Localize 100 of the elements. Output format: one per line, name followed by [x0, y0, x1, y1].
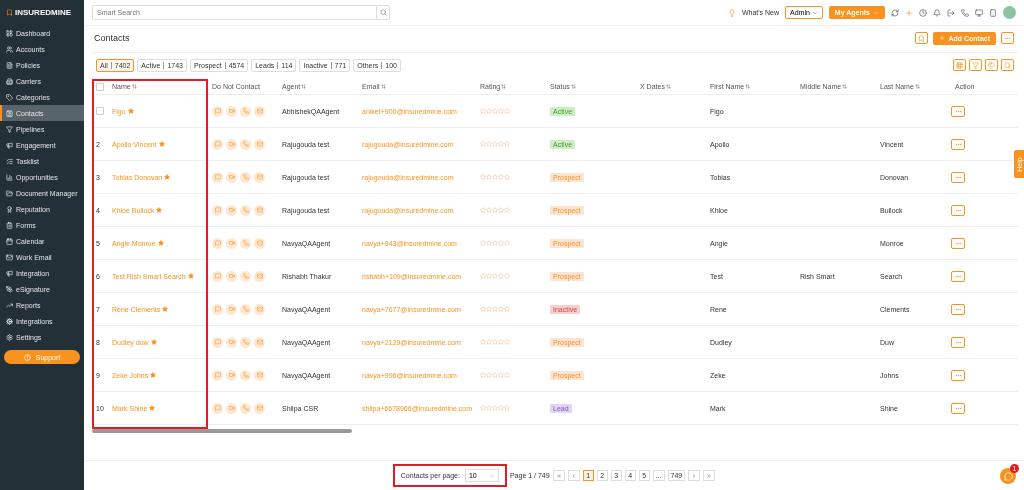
mail-blocked-icon[interactable] — [254, 105, 265, 117]
star-icon — [158, 141, 165, 147]
sort-icon — [665, 84, 671, 89]
first-page-button[interactable] — [552, 470, 565, 481]
action-button[interactable] — [951, 171, 965, 183]
action-button[interactable] — [951, 369, 965, 381]
mail-blocked-icon[interactable] — [254, 171, 265, 183]
phone-icon[interactable] — [240, 105, 251, 117]
refresh-icon[interactable] — [891, 8, 899, 17]
phone-icon[interactable] — [240, 402, 251, 414]
star-icon — [162, 306, 169, 312]
video-icon[interactable] — [226, 204, 237, 216]
rating-stars-icon[interactable] — [480, 405, 510, 411]
action-button[interactable] — [951, 402, 965, 414]
message-icon[interactable] — [212, 138, 223, 150]
cog-icon — [6, 317, 13, 325]
pen-icon — [6, 285, 13, 293]
checkbox[interactable] — [96, 107, 104, 115]
message-icon[interactable] — [212, 369, 223, 381]
rating-stars-icon[interactable] — [480, 306, 510, 312]
page-title: Contacts — [94, 33, 130, 43]
plus-icon — [939, 35, 946, 41]
video-icon[interactable] — [226, 105, 237, 117]
search-button[interactable] — [376, 5, 390, 20]
action-button[interactable] — [951, 270, 965, 282]
rating-stars-icon[interactable] — [480, 108, 510, 114]
double-chevron-left-icon — [555, 472, 562, 479]
document-icon — [6, 61, 13, 69]
mail-blocked-icon[interactable] — [254, 402, 265, 414]
message-icon[interactable] — [212, 171, 223, 183]
action-button[interactable] — [951, 303, 965, 315]
video-icon[interactable] — [226, 336, 237, 348]
add-icon[interactable] — [905, 8, 913, 17]
phone-icon[interactable] — [240, 237, 251, 249]
message-icon[interactable] — [212, 270, 223, 282]
phone-icon[interactable] — [240, 204, 251, 216]
tags-button[interactable] — [985, 59, 998, 71]
star-icon — [156, 207, 163, 213]
bookmark-button[interactable] — [915, 32, 929, 44]
bell-icon[interactable] — [933, 8, 941, 17]
users-icon — [6, 45, 13, 53]
mail-blocked-icon[interactable] — [254, 336, 265, 348]
phone-icon[interactable] — [240, 171, 251, 183]
mail-blocked-icon[interactable] — [254, 237, 265, 249]
phone-icon[interactable] — [240, 369, 251, 381]
mail-blocked-icon[interactable] — [254, 270, 265, 282]
video-icon[interactable] — [226, 402, 237, 414]
message-icon[interactable] — [212, 204, 223, 216]
video-icon[interactable] — [226, 138, 237, 150]
action-button[interactable] — [951, 237, 965, 249]
action-button[interactable] — [951, 105, 965, 117]
mail-blocked-icon[interactable] — [254, 369, 265, 381]
mobile-icon[interactable] — [989, 8, 997, 17]
phone-icon[interactable] — [240, 138, 251, 150]
previous-page-button[interactable] — [567, 470, 580, 481]
megaphone-icon — [6, 141, 13, 149]
mail-blocked-icon[interactable] — [254, 138, 265, 150]
sort-icon — [570, 84, 576, 89]
action-button[interactable] — [951, 138, 965, 150]
phone-icon[interactable] — [240, 303, 251, 315]
logout-icon[interactable] — [947, 8, 955, 17]
avatar[interactable] — [1003, 6, 1016, 19]
phone-icon[interactable] — [961, 8, 969, 17]
phone-icon[interactable] — [240, 336, 251, 348]
grid-button[interactable] — [953, 59, 966, 71]
message-icon[interactable] — [212, 303, 223, 315]
video-icon[interactable] — [226, 270, 237, 282]
video-icon[interactable] — [226, 237, 237, 249]
rating-stars-icon[interactable] — [480, 207, 510, 213]
clock-icon[interactable] — [919, 8, 927, 17]
mail-blocked-icon[interactable] — [254, 303, 265, 315]
more-button[interactable] — [1001, 32, 1014, 44]
sort-icon — [745, 84, 751, 89]
video-icon[interactable] — [226, 369, 237, 381]
lightbulb-icon — [727, 8, 736, 17]
video-icon[interactable] — [226, 171, 237, 183]
action-button[interactable] — [951, 336, 965, 348]
rating-stars-icon[interactable] — [480, 372, 510, 378]
monitor-icon[interactable] — [975, 8, 983, 17]
video-icon[interactable] — [226, 303, 237, 315]
rating-stars-icon[interactable] — [480, 174, 510, 180]
checkbox[interactable] — [96, 82, 104, 91]
scrollbar[interactable] — [92, 429, 352, 433]
rating-stars-icon[interactable] — [480, 273, 510, 279]
last-page-button[interactable] — [703, 470, 716, 481]
trend-chart-icon — [6, 301, 13, 309]
message-icon[interactable] — [212, 402, 223, 414]
mail-blocked-icon[interactable] — [254, 204, 265, 216]
message-icon[interactable] — [212, 237, 223, 249]
rating-stars-icon[interactable] — [480, 141, 510, 147]
action-button[interactable] — [951, 204, 965, 216]
phone-icon[interactable] — [240, 270, 251, 282]
double-chevron-right-icon — [706, 472, 713, 479]
next-page-button[interactable] — [688, 470, 701, 481]
rating-stars-icon[interactable] — [480, 339, 510, 345]
message-icon[interactable] — [212, 336, 223, 348]
filter-button[interactable] — [969, 59, 982, 71]
rating-stars-icon[interactable] — [480, 240, 510, 246]
search-button[interactable] — [1001, 59, 1014, 71]
message-icon[interactable] — [212, 105, 223, 117]
